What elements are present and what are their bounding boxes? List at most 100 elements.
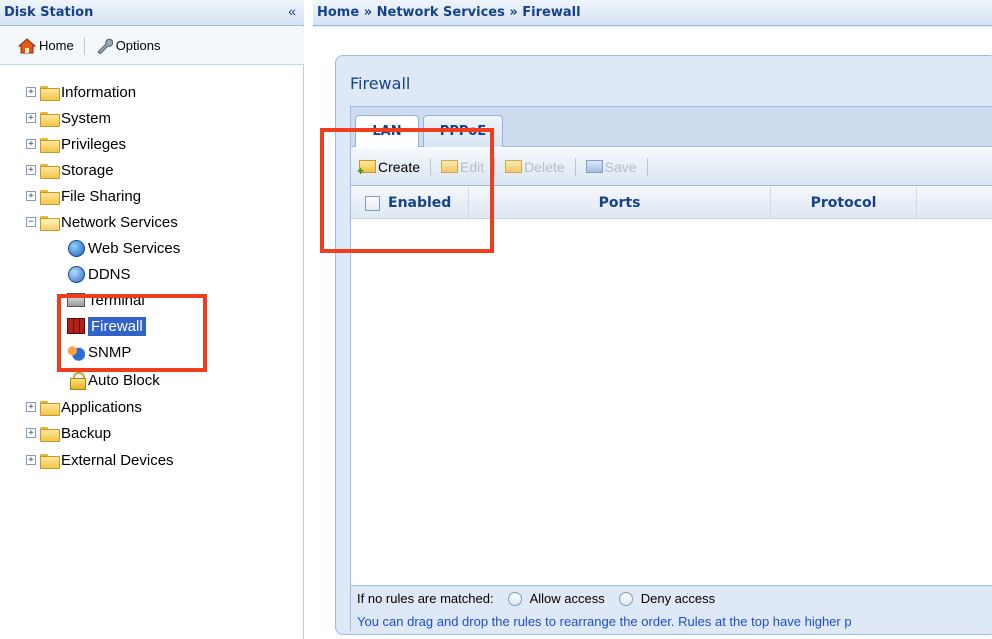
save-label: Save — [604, 158, 637, 175]
tree-item-label: Information — [61, 83, 137, 101]
tab-pppoe[interactable]: PPPoE — [423, 115, 503, 147]
expand-icon[interactable]: + — [26, 87, 36, 97]
main-area: Home » Network Services » Firewall Firew… — [313, 0, 992, 639]
column-label: Protocol — [810, 195, 877, 211]
breadcrumb: Home » Network Services » Firewall — [317, 5, 581, 20]
tree-item-storage[interactable]: + Storage — [26, 158, 114, 182]
tree-item-system[interactable]: + System — [26, 106, 111, 130]
column-label: Ports — [598, 195, 641, 211]
tree-item-label: Storage — [61, 161, 114, 179]
folder-icon — [40, 111, 60, 127]
open-folder-icon — [40, 215, 60, 231]
tree-item-label: External Devices — [61, 451, 174, 469]
firewall-inner: LAN PPPoE Create Edit — [350, 106, 992, 632]
tree-item-external-devices[interactable]: + External Devices — [26, 448, 174, 472]
options-label: Options — [115, 38, 161, 53]
expand-icon[interactable]: + — [26, 428, 36, 438]
rules-grid-header: Enabled Ports Protocol — [351, 187, 992, 219]
tree-item-label: Privileges — [61, 135, 127, 153]
allow-access-radio[interactable] — [507, 591, 522, 606]
delete-folder-icon — [505, 160, 523, 173]
tree-item-network-services[interactable]: − Network Services — [26, 210, 178, 234]
expand-icon[interactable]: + — [26, 455, 36, 465]
main-body: Firewall LAN PPPoE Create — [313, 27, 992, 639]
tree-item-file-sharing[interactable]: + File Sharing — [26, 184, 141, 208]
disk-station-window: Disk Station « Home Options + Informatio… — [0, 0, 992, 639]
allow-access-label[interactable]: Allow access — [530, 591, 605, 606]
options-button[interactable]: Options — [95, 38, 161, 54]
tree-item-label: Auto Block — [88, 371, 160, 389]
create-button[interactable]: Create — [357, 158, 421, 179]
toolbar-separator — [494, 157, 496, 176]
tree-item-label: File Sharing — [61, 187, 142, 205]
expand-icon[interactable]: + — [26, 139, 36, 149]
collapse-icon[interactable]: − — [26, 217, 36, 227]
tree-item-label: SNMP — [88, 343, 132, 361]
folder-icon — [40, 137, 60, 153]
folder-icon — [40, 400, 60, 416]
terminal-icon — [67, 293, 85, 307]
tab-bar: LAN PPPoE — [351, 107, 992, 147]
expand-icon[interactable]: + — [26, 191, 36, 201]
expand-icon[interactable]: + — [26, 402, 36, 412]
tree-item-auto-block[interactable]: Auto Block — [67, 368, 160, 392]
home-button[interactable]: Home — [18, 37, 74, 54]
column-enabled[interactable]: Enabled — [351, 187, 469, 219]
tree-item-terminal[interactable]: Terminal — [67, 288, 145, 312]
expand-icon[interactable]: + — [26, 113, 36, 123]
tree-item-ddns[interactable]: DDNS — [67, 262, 131, 286]
folder-icon — [40, 189, 60, 205]
no-match-label: If no rules are matched: — [357, 591, 494, 606]
column-ports[interactable]: Ports — [469, 187, 771, 219]
folder-icon — [40, 85, 60, 101]
edit-button[interactable]: Edit — [441, 159, 484, 175]
deny-access-radio[interactable] — [618, 591, 633, 606]
collapse-sidebar-button[interactable]: « — [288, 3, 296, 19]
toolbar-separator — [574, 157, 576, 176]
firewall-panel: Firewall LAN PPPoE Create — [335, 55, 992, 635]
default-policy-bar: If no rules are matched: Allow access De… — [351, 585, 992, 611]
sidebar: Disk Station « Home Options + Informatio… — [0, 0, 304, 639]
select-all-checkbox[interactable] — [365, 195, 380, 211]
hint-text: You can drag and drop the rules to rearr… — [351, 611, 992, 632]
tree-item-privileges[interactable]: + Privileges — [26, 132, 126, 156]
sidebar-title: Disk Station — [4, 5, 94, 20]
save-button[interactable]: Save — [585, 158, 637, 175]
tree-item-label: Backup — [61, 424, 112, 442]
deny-access-label[interactable]: Deny access — [641, 591, 715, 606]
tree-item-web-services[interactable]: Web Services — [67, 236, 180, 260]
lock-icon — [70, 372, 86, 390]
edit-folder-icon — [441, 160, 459, 173]
firewall-icon — [67, 318, 85, 334]
tree-item-label: Terminal — [88, 291, 145, 309]
snmp-icon — [67, 343, 85, 361]
panel-title: Firewall — [350, 74, 411, 93]
tree-item-firewall[interactable]: Firewall — [67, 314, 146, 338]
tab-lan[interactable]: LAN — [355, 115, 419, 147]
toolbar-separator — [646, 157, 648, 176]
expand-icon[interactable]: + — [26, 165, 36, 175]
tree-item-label-selected: Firewall — [88, 316, 146, 336]
column-protocol[interactable]: Protocol — [771, 187, 917, 219]
sidebar-header: Disk Station « — [0, 0, 304, 26]
tree-item-applications[interactable]: + Applications — [26, 395, 142, 419]
create-label: Create — [378, 158, 421, 175]
add-folder-icon — [357, 160, 376, 178]
tree-item-label: Web Services — [88, 239, 181, 257]
tree-item-backup[interactable]: + Backup — [26, 421, 111, 445]
globe-icon — [67, 239, 85, 257]
tree-item-snmp[interactable]: SNMP — [67, 340, 131, 364]
rules-toolbar: Create Edit Delete — [351, 148, 992, 186]
toolbar-separator — [83, 36, 85, 55]
tree-item-label: DDNS — [88, 265, 131, 283]
sidebar-toolbar: Home Options — [0, 27, 304, 65]
tree-item-label: Applications — [61, 398, 142, 416]
wrench-icon — [96, 38, 113, 54]
toolbar-separator — [430, 157, 432, 176]
folder-icon — [40, 426, 60, 442]
delete-button[interactable]: Delete — [505, 159, 565, 175]
folder-icon — [40, 163, 60, 179]
column-label: Enabled — [388, 195, 452, 211]
tree-item-information[interactable]: + Information — [26, 80, 136, 104]
tree-item-label: System — [61, 109, 112, 127]
